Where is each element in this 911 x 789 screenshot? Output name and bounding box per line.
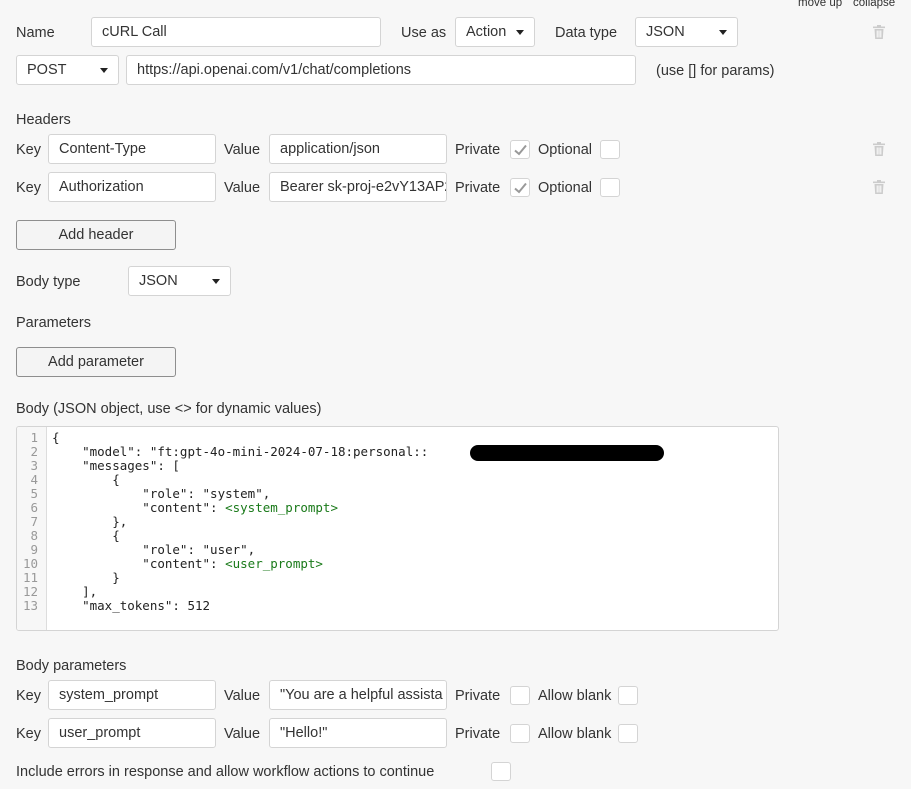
- header-key-input[interactable]: Authorization: [48, 172, 216, 202]
- chevron-down-icon: [100, 68, 108, 73]
- use-as-value: Action: [466, 24, 507, 40]
- url-hint: (use [] for params): [656, 63, 775, 79]
- param-value-input[interactable]: "Hello!": [269, 718, 447, 748]
- header-value-label: Value: [224, 142, 261, 158]
- collapse-link[interactable]: collapse: [853, 0, 895, 9]
- param-key-input[interactable]: user_prompt: [48, 718, 216, 748]
- chevron-down-icon: [212, 279, 220, 284]
- code-line: "model": "ft:gpt-4o-mini-2024-07-18:pers…: [52, 444, 429, 459]
- line-number: 10: [22, 556, 38, 571]
- param-value-label: Value: [224, 726, 261, 742]
- line-number: 1: [30, 430, 38, 445]
- line-number: 4: [30, 472, 38, 487]
- body-params-title: Body parameters: [16, 658, 127, 674]
- line-number: 5: [30, 486, 38, 501]
- checkmark-icon: [514, 144, 527, 156]
- use-as-select[interactable]: Action: [455, 17, 535, 47]
- trash-icon[interactable]: [873, 180, 885, 194]
- use-as-label: Use as: [401, 25, 447, 41]
- body-label: Body (JSON object, use <> for dynamic va…: [16, 401, 322, 417]
- private-checkbox[interactable]: [510, 686, 530, 705]
- code-line: "role": "user",: [52, 542, 256, 557]
- code-line: },: [52, 514, 128, 529]
- header-value-label: Value: [224, 180, 261, 196]
- line-number: 2: [30, 444, 38, 459]
- line-number: 8: [30, 528, 38, 543]
- optional-checkbox[interactable]: [600, 140, 620, 159]
- line-number: 3: [30, 458, 38, 473]
- optional-label: Optional: [538, 142, 593, 158]
- body-type-select[interactable]: JSON: [128, 266, 231, 296]
- param-key-input[interactable]: system_prompt: [48, 680, 216, 710]
- code-line: }: [52, 570, 120, 585]
- header-key-input[interactable]: Content-Type: [48, 134, 216, 164]
- code-line: {: [52, 472, 120, 487]
- code-line: {: [52, 528, 120, 543]
- code-line: "content": <system_prompt>: [52, 500, 338, 515]
- param-key-label: Key: [16, 688, 41, 704]
- body-type-value: JSON: [139, 273, 178, 289]
- private-label: Private: [455, 142, 501, 158]
- optional-label: Optional: [538, 180, 593, 196]
- add-header-button[interactable]: Add header: [16, 220, 176, 250]
- code-line: "messages": [: [52, 458, 180, 473]
- allow-blank-checkbox[interactable]: [618, 724, 638, 743]
- include-errors-label: Include errors in response and allow wor…: [16, 764, 435, 780]
- name-label: Name: [16, 25, 55, 41]
- body-json-editor[interactable]: 1 2 3 4 5 6 7 8 9 10 11 12 13 { "model": "ft:gpt-4o-…: [16, 426, 779, 631]
- private-label: Private: [455, 726, 501, 742]
- trash-icon[interactable]: [873, 142, 885, 156]
- param-key-label: Key: [16, 726, 41, 742]
- code-line: "content": <user_prompt>: [52, 556, 323, 571]
- method-value: POST: [27, 62, 67, 78]
- code-line: "role": "system",: [52, 486, 271, 501]
- optional-checkbox[interactable]: [600, 178, 620, 197]
- line-number: 11: [22, 570, 38, 585]
- private-checkbox[interactable]: [510, 140, 530, 159]
- allow-blank-label: Allow blank: [538, 726, 612, 742]
- line-number: 12: [22, 584, 38, 599]
- private-checkbox[interactable]: [510, 178, 530, 197]
- trash-icon[interactable]: [873, 25, 885, 39]
- body-type-label: Body type: [16, 274, 81, 290]
- move-up-link[interactable]: move up: [798, 0, 842, 9]
- header-value-input[interactable]: Bearer sk-proj-e2vY13AP2: [269, 172, 447, 202]
- dynamic-placeholder: <user_prompt>: [225, 556, 323, 571]
- data-type-value: JSON: [646, 24, 685, 40]
- code-line: {: [52, 430, 60, 445]
- name-input[interactable]: cURL Call: [91, 17, 381, 47]
- code-line: ],: [52, 584, 98, 599]
- headers-title: Headers: [16, 112, 71, 128]
- data-type-label: Data type: [555, 25, 618, 41]
- line-number: 13: [22, 598, 38, 613]
- param-value-input[interactable]: "You are a helpful assista: [269, 680, 447, 710]
- allow-blank-checkbox[interactable]: [618, 686, 638, 705]
- param-value-label: Value: [224, 688, 261, 704]
- dynamic-placeholder: <system_prompt>: [225, 500, 338, 515]
- chevron-down-icon: [516, 30, 524, 35]
- redaction-mark: [470, 445, 664, 461]
- url-input[interactable]: https://api.openai.com/v1/chat/completio…: [126, 55, 636, 85]
- allow-blank-label: Allow blank: [538, 688, 612, 704]
- header-key-label: Key: [16, 180, 41, 196]
- data-type-select[interactable]: JSON: [635, 17, 738, 47]
- line-number: 7: [30, 514, 38, 529]
- code-content[interactable]: { "model": "ft:gpt-4o-mini-2024-07-18:pe…: [52, 431, 428, 613]
- private-label: Private: [455, 688, 501, 704]
- line-number: 9: [30, 542, 38, 557]
- line-number-gutter: 1 2 3 4 5 6 7 8 9 10 11 12 13: [17, 427, 47, 630]
- include-errors-checkbox[interactable]: [491, 762, 511, 781]
- header-key-label: Key: [16, 142, 41, 158]
- method-select[interactable]: POST: [16, 55, 119, 85]
- private-checkbox[interactable]: [510, 724, 530, 743]
- checkmark-icon: [514, 182, 527, 194]
- chevron-down-icon: [719, 30, 727, 35]
- parameters-title: Parameters: [16, 315, 91, 331]
- header-value-input[interactable]: application/json: [269, 134, 447, 164]
- add-parameter-button[interactable]: Add parameter: [16, 347, 176, 377]
- line-number: 6: [30, 500, 38, 515]
- private-label: Private: [455, 180, 501, 196]
- code-line: "max_tokens": 512: [52, 598, 211, 613]
